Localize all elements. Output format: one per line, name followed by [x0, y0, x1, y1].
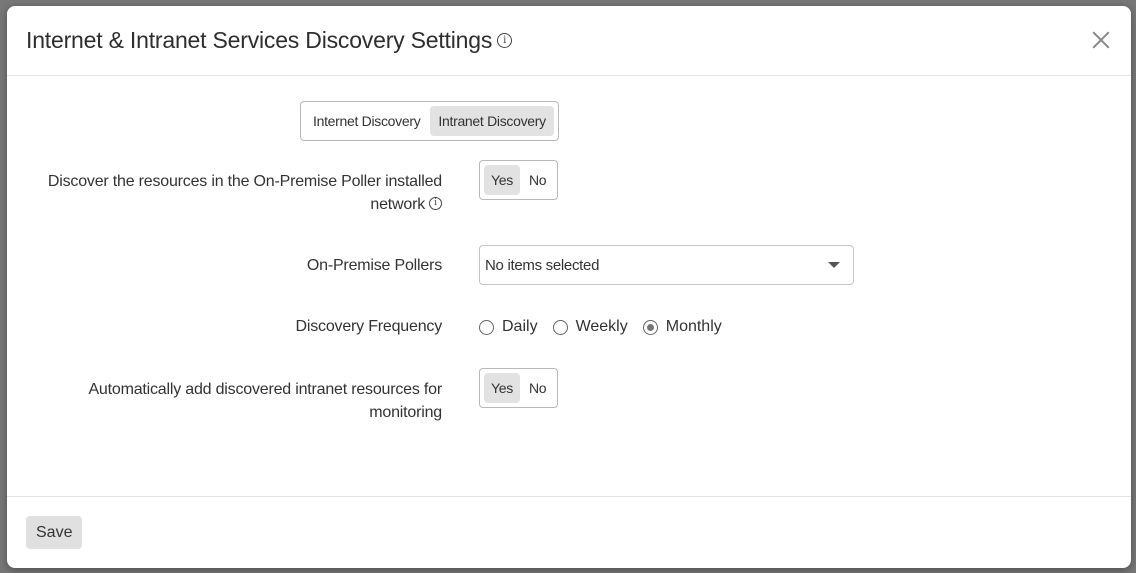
dialog-title: Internet & Intranet Services Discovery S…: [26, 27, 513, 54]
frequency-monthly-radio[interactable]: Monthly: [642, 318, 722, 336]
auto-add-yes[interactable]: Yes: [484, 373, 520, 403]
auto-add-label-line1: Automatically add discovered intranet re…: [88, 381, 442, 398]
frequency-weekly-radio[interactable]: Weekly: [552, 318, 628, 336]
tab-intranet-discovery[interactable]: Intranet Discovery: [430, 106, 554, 136]
pollers-label: On-Premise Pollers: [306, 257, 442, 274]
pollers-select[interactable]: No items selected: [479, 245, 854, 285]
dialog-footer: Save: [7, 496, 1131, 568]
discover-network-label: Discover the resources in the On-Premise…: [48, 170, 442, 216]
radio-checked-icon[interactable]: [642, 319, 658, 335]
discover-network-label-line1: Discover the resources in the On-Premise…: [47, 173, 442, 190]
auto-add-toggle: Yes No: [479, 368, 559, 408]
auto-add-no[interactable]: No: [522, 373, 553, 403]
info-icon[interactable]: i: [497, 32, 513, 48]
discover-network-no[interactable]: No: [522, 165, 553, 195]
frequency-daily-label: Daily: [502, 318, 538, 335]
auto-add-label: Automatically add discovered intranet re…: [88, 378, 442, 424]
dialog-body: Internet Discovery Intranet Discovery Di…: [7, 76, 1131, 496]
discovery-type-tabs: Internet Discovery Intranet Discovery: [300, 101, 559, 141]
tab-internet-discovery[interactable]: Internet Discovery: [305, 106, 428, 136]
frequency-weekly-label: Weekly: [575, 318, 628, 335]
caret-down-icon: [828, 262, 840, 268]
dialog-header: Internet & Intranet Services Discovery S…: [7, 6, 1131, 76]
dialog-title-text: Internet & Intranet Services Discovery S…: [26, 27, 493, 53]
radio-circle-icon[interactable]: [479, 319, 494, 335]
info-icon[interactable]: i: [429, 197, 442, 211]
frequency-daily-radio[interactable]: Daily: [479, 318, 538, 336]
frequency-label: Discovery Frequency: [295, 318, 443, 335]
discover-network-yes[interactable]: Yes: [484, 165, 520, 195]
frequency-monthly-label: Monthly: [665, 318, 722, 335]
radio-circle-icon[interactable]: [552, 319, 568, 335]
discover-network-toggle: Yes No: [479, 160, 559, 200]
frequency-radio-group: Daily Weekly Monthly: [479, 318, 722, 336]
discovery-settings-dialog: Internet & Intranet Services Discovery S…: [7, 6, 1131, 568]
pollers-select-value: No items selected: [485, 256, 600, 274]
close-icon[interactable]: [1091, 30, 1111, 50]
auto-add-label-line2: monitoring: [369, 404, 442, 421]
discover-network-label-line2: network: [370, 196, 425, 213]
save-button[interactable]: Save: [26, 516, 83, 549]
